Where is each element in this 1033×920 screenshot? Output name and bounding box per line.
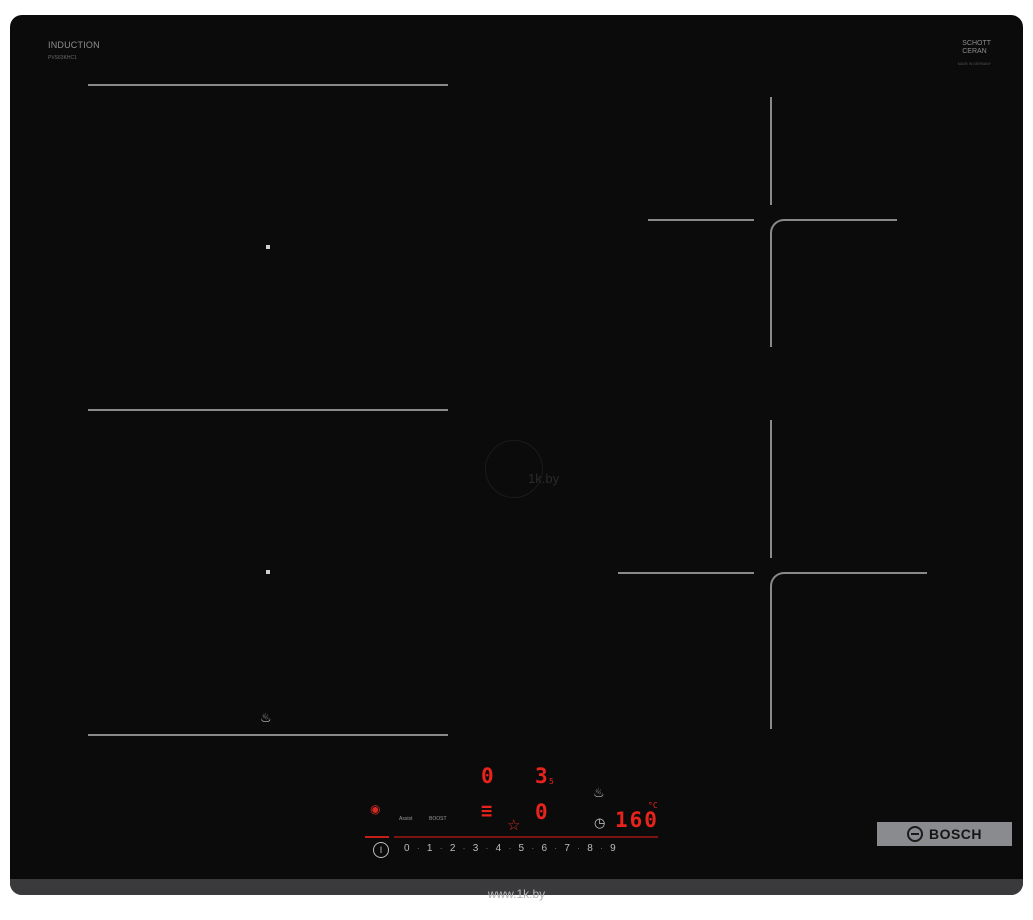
frying-sensor-icon[interactable]: ♨	[593, 785, 605, 801]
flex-zone-bottom-line	[88, 734, 448, 736]
right-lower-zone-corner	[770, 572, 927, 729]
bosch-brand-text: BOSCH	[928, 826, 983, 842]
scale-separator: ·	[485, 843, 489, 854]
induction-hob: INDUCTION PVS63KHC1 SCHOTT CERAN MADE IN…	[10, 15, 1023, 895]
right-lower-zone-left-line	[618, 572, 754, 574]
temperature-unit: °C	[648, 801, 658, 810]
assist-label[interactable]: Assist	[399, 816, 412, 822]
induction-label: INDUCTION	[48, 40, 100, 50]
scale-separator: ·	[508, 843, 512, 854]
boost-label[interactable]: BOOST	[429, 816, 447, 822]
level-1[interactable]: 1	[427, 843, 433, 854]
glass-brand-line2: CERAN	[962, 48, 987, 55]
scale-separator: ·	[416, 843, 420, 854]
level-0[interactable]: 0	[404, 843, 410, 854]
level-6[interactable]: 6	[541, 843, 547, 854]
zone-display-top[interactable]: 0	[481, 764, 494, 788]
watermark-center: 1k.by	[528, 471, 560, 486]
active-zone-indicator	[365, 836, 389, 838]
wifi-icon[interactable]: ◉	[370, 802, 380, 816]
scale-separator: ·	[462, 843, 466, 854]
level-5[interactable]: 5	[519, 843, 525, 854]
bosch-logo-icon	[906, 826, 923, 842]
scale-separator: ·	[439, 843, 443, 854]
model-label: PVS63KHC1	[48, 55, 77, 61]
star-icon[interactable]: ☆	[507, 816, 520, 834]
cooking-zone-marker-lower	[266, 570, 270, 574]
glass-sub-label: MADE IN GERMANY	[957, 62, 991, 66]
scale-separator: ·	[554, 843, 558, 854]
right-upper-zone-vertical-line	[770, 97, 772, 205]
level-3[interactable]: 3	[473, 843, 479, 854]
flex-zone-divider-line	[88, 409, 448, 411]
watermark-circle	[485, 440, 543, 498]
level-7[interactable]: 7	[564, 843, 570, 854]
scale-separator: ·	[576, 843, 581, 854]
power-icon: I	[379, 845, 383, 855]
timer-display[interactable]: 160	[615, 808, 659, 832]
flex-zone-top-line	[88, 84, 448, 86]
cooking-zone-marker-upper	[266, 245, 270, 249]
bosch-badge: BOSCH	[877, 822, 1012, 846]
glass-brand: SCHOTT CERAN	[962, 40, 991, 56]
right-upper-zone-corner	[770, 219, 897, 347]
glass-brand-line1: SCHOTT	[962, 40, 991, 47]
level-4[interactable]: 4	[496, 843, 502, 854]
right-upper-zone-left-line	[648, 219, 754, 221]
zone-display-mid-right[interactable]: 0	[535, 800, 548, 824]
level-2[interactable]: 2	[450, 843, 456, 854]
level-8[interactable]: 8	[587, 843, 593, 854]
scale-separator: ·	[599, 843, 604, 854]
clock-icon[interactable]: ◷	[594, 815, 605, 831]
scale-separator: ·	[531, 843, 535, 854]
zone-display-top-right[interactable]: 3	[535, 764, 548, 788]
watermark-footer: www.1k.by	[487, 887, 546, 901]
slider-track[interactable]	[394, 836, 658, 838]
pan-sensor-icon: ♨	[260, 710, 272, 725]
power-level-scale[interactable]: 0 · 1 · 2 · 3 · 4 · 5 · 6 · 7 · 8 · 9	[404, 843, 616, 854]
zone-display-left-flex[interactable]: ≡	[481, 800, 492, 822]
power-button[interactable]: I	[373, 842, 389, 858]
zone-display-top-right-sub: 5	[549, 777, 554, 786]
level-9[interactable]: 9	[610, 843, 616, 854]
right-lower-zone-vertical-line	[770, 420, 772, 558]
